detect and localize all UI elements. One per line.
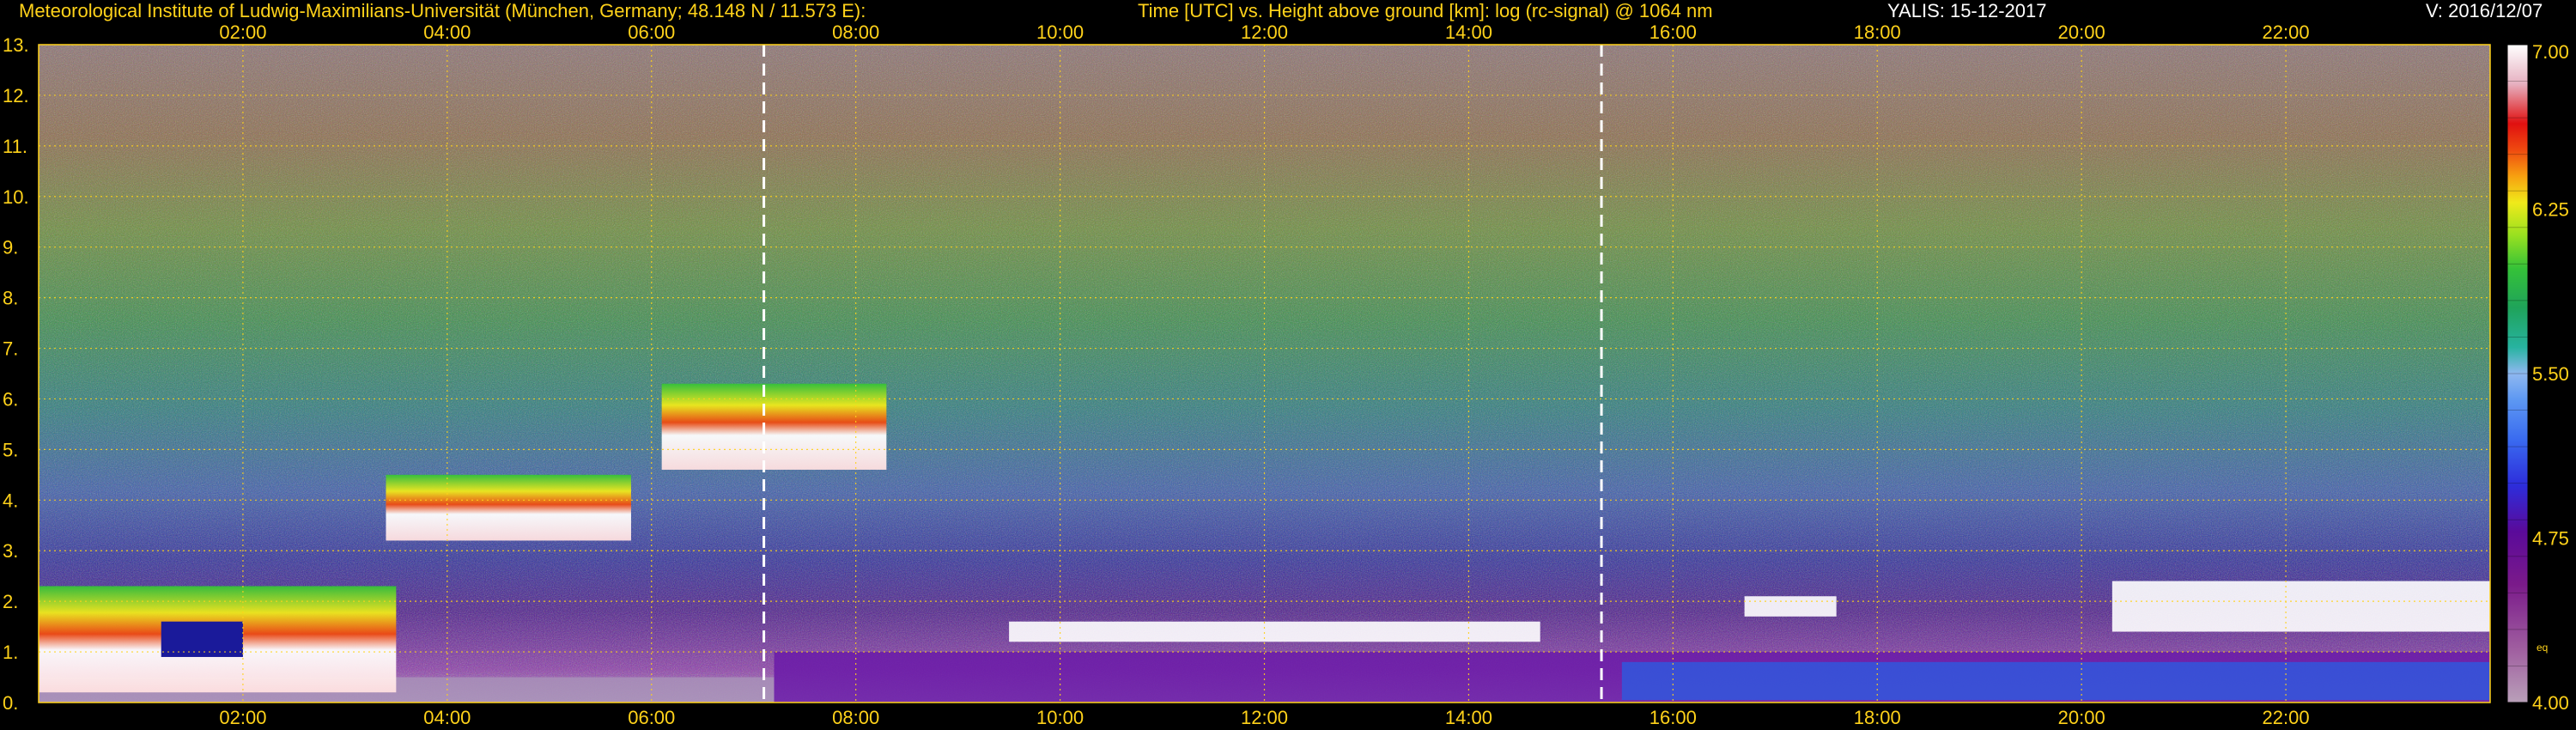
y-tick-label: 9. [3,237,18,259]
x-tick-label-top: 20:00 [2058,21,2105,43]
x-tick-label-bottom: 08:00 [832,707,879,728]
y-tick-label: 5. [3,439,18,460]
y-tick-label: 0. [3,692,18,714]
x-tick-label-top: 08:00 [832,21,879,43]
x-tick-label-bottom: 10:00 [1036,707,1084,728]
x-tick-label-bottom: 16:00 [1649,707,1697,728]
colorbar-tick-label: 4.00 [2532,692,2569,714]
colorbar-extra-label: eq [2537,642,2548,654]
y-tick-label: 11. [3,136,27,157]
x-tick-label-top: 22:00 [2263,21,2310,43]
colorbar-tick-label: 4.75 [2532,528,2569,550]
y-tick-label: 12. [3,85,29,106]
y-tick-label: 3. [3,540,18,562]
y-tick-label: 2. [3,591,18,612]
lidar-heatmap-chart: 02:00 02:00 04:00 04:00 06:00 06:00 08:00 08:00… [3,21,2569,728]
x-tick-label-bottom: 02:00 [219,707,266,728]
x-tick-label-top: 14:00 [1445,21,1492,43]
x-tick-label-top: 04:00 [423,21,471,43]
cloud-feature [1009,621,1540,642]
x-tick-label-bottom: 22:00 [2263,707,2310,728]
y-tick-label: 1. [3,642,18,663]
colorbar-tick-label: 6.25 [2532,199,2569,221]
mid-cloud-segment [661,383,887,470]
x-tick-label-bottom: 20:00 [2058,707,2105,728]
x-tick-label-top: 18:00 [1854,21,1901,43]
x-tick-label-top: 06:00 [628,21,675,43]
x-tick-label-top: 10:00 [1036,21,1084,43]
y-tick-label: 7. [3,338,18,360]
x-tick-label-bottom: 18:00 [1854,707,1901,728]
x-tick-label-bottom: 14:00 [1445,707,1492,728]
x-tick-label-top: 16:00 [1649,21,1697,43]
x-tick-label-bottom: 04:00 [423,707,471,728]
y-tick-label: 8. [3,288,18,309]
boundary-layer-blue [1621,661,2490,701]
colorbar-tick-label: 5.50 [2532,363,2569,385]
cloud-feature [1744,596,1837,617]
x-tick-label-bottom: 06:00 [628,707,675,728]
colorbar-tick-label: 7.00 [2532,41,2569,63]
y-tick-label: 10. [3,186,29,208]
y-tick-label: 13. [3,34,29,56]
x-tick-label-top: 12:00 [1241,21,1288,43]
x-tick-label-bottom: 12:00 [1241,707,1288,728]
mid-cloud-segment [386,474,631,541]
cloud-feature [2111,581,2490,632]
y-tick-label: 6. [3,388,18,410]
y-tick-label: 4. [3,490,18,511]
x-tick-label-top: 02:00 [219,21,266,43]
